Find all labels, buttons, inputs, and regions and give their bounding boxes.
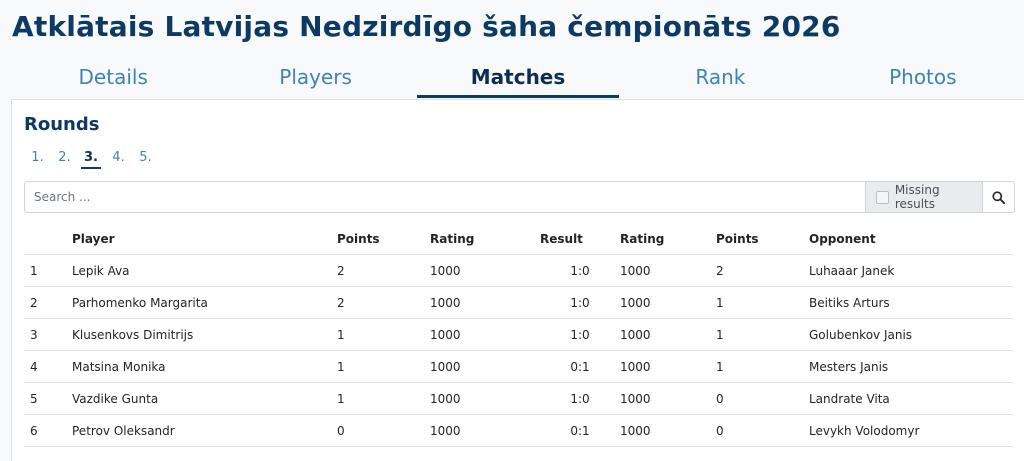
player-points: 1 [337, 350, 430, 383]
missing-results-toggle[interactable]: Missing results [865, 182, 982, 212]
tab-details[interactable]: Details [12, 58, 214, 98]
col-number-header [24, 224, 72, 255]
player-name: Matsina Monika [72, 350, 337, 383]
table-header-row: Player Points Rating Result Rating Point… [24, 224, 1013, 255]
player-rating: 1000 [430, 286, 540, 319]
tab-bar: Details Players Matches Rank Photos [12, 58, 1024, 98]
row-number: 5 [24, 382, 72, 415]
result: 0:1 [540, 414, 620, 447]
player-rating: 1000 [430, 350, 540, 383]
row-number: 4 [24, 350, 72, 383]
row-number: 6 [24, 414, 72, 447]
opponent-rating: 1000 [620, 414, 716, 447]
opponent-rating: 1000 [620, 286, 716, 319]
row-number: 2 [24, 286, 72, 319]
result: 1:0 [540, 382, 620, 415]
table-row: 3 Klusenkovs Dimitrijs 1 1000 1:0 1000 1 Golube… [24, 318, 1013, 351]
player-rating: 1000 [430, 382, 540, 415]
col-opponent-header: Opponent [809, 224, 1013, 255]
missing-results-label: Missing results [894, 183, 940, 211]
result: 0:1 [540, 350, 620, 383]
round-link-4[interactable]: 4. [105, 149, 132, 169]
tab-photos[interactable]: Photos [822, 58, 1024, 98]
tab-matches[interactable]: Matches [416, 58, 620, 98]
col-opp-points-header: Points [716, 224, 809, 255]
missing-results-checkbox[interactable] [876, 190, 889, 204]
result: 1:0 [540, 318, 620, 351]
opponent-rating: 1000 [620, 254, 716, 287]
opponent-points: 1 [716, 350, 809, 383]
search-icon [992, 190, 1005, 204]
player-name: Vazdike Gunta [72, 382, 337, 415]
opponent-name: Landrate Vita [809, 382, 1013, 415]
opponent-name: Levykh Volodomyr [809, 414, 1013, 447]
table-row: 1 Lepik Ava 2 1000 1:0 1000 2 Luhaaar Janek [24, 254, 1013, 287]
opponent-points: 0 [716, 414, 809, 447]
opponent-name: Mesters Janis [809, 350, 1013, 383]
page-title: Atklātais Latvijas Nedzirdīgo šaha čempi… [12, 10, 841, 43]
table-row: 2 Parhomenko Margarita 2 1000 1:0 1000 1 Beitik… [24, 286, 1013, 319]
opponent-rating: 1000 [620, 350, 716, 383]
player-rating: 1000 [430, 414, 540, 447]
search-button[interactable] [982, 182, 1014, 212]
search-bar: Missing results [24, 181, 1015, 213]
opponent-points: 1 [716, 318, 809, 351]
tab-players[interactable]: Players [214, 58, 416, 98]
table-row: 4 Matsina Monika 1 1000 0:1 1000 1 Mesters Jani… [24, 350, 1013, 383]
player-points: 1 [337, 382, 430, 415]
player-rating: 1000 [430, 254, 540, 287]
round-link-3[interactable]: 3. [81, 149, 101, 169]
opponent-points: 2 [716, 254, 809, 287]
col-player-header: Player [72, 224, 337, 255]
result: 1:0 [540, 286, 620, 319]
tab-rank[interactable]: Rank [619, 58, 821, 98]
opponent-name: Luhaaar Janek [809, 254, 1013, 287]
opponent-name: Golubenkov Janis [809, 318, 1013, 351]
player-name: Lepik Ava [72, 254, 337, 287]
col-result-header: Result [540, 224, 620, 255]
row-number: 3 [24, 318, 72, 351]
table-row: 5 Vazdike Gunta 1 1000 1:0 1000 0 Landrate Vita [24, 382, 1013, 415]
col-points-header: Points [337, 224, 430, 255]
matches-panel: Rounds 1. 2. 3. 4. 5. Missing results Pl… [11, 99, 1024, 461]
round-selector: 1. 2. 3. 4. 5. [24, 149, 159, 169]
rounds-heading: Rounds [24, 114, 100, 135]
opponent-rating: 1000 [620, 318, 716, 351]
opponent-name: Beitiks Arturs [809, 286, 1013, 319]
player-name: Petrov Oleksandr [72, 414, 337, 447]
player-points: 0 [337, 414, 430, 447]
round-link-2[interactable]: 2. [51, 149, 78, 169]
opponent-points: 1 [716, 286, 809, 319]
round-link-5[interactable]: 5. [132, 149, 159, 169]
player-rating: 1000 [430, 318, 540, 351]
player-points: 1 [337, 318, 430, 351]
opponent-rating: 1000 [620, 382, 716, 415]
row-number: 1 [24, 254, 72, 287]
player-points: 2 [337, 254, 430, 287]
search-input[interactable] [25, 182, 865, 212]
col-rating-header: Rating [430, 224, 540, 255]
result: 1:0 [540, 254, 620, 287]
opponent-points: 0 [716, 382, 809, 415]
table-row: 6 Petrov Oleksandr 0 1000 0:1 1000 0 Levykh Vol… [24, 414, 1013, 447]
player-name: Klusenkovs Dimitrijs [72, 318, 337, 351]
player-points: 2 [337, 286, 430, 319]
col-opp-rating-header: Rating [620, 224, 716, 255]
player-name: Parhomenko Margarita [72, 286, 337, 319]
matches-table: Player Points Rating Result Rating Point… [24, 224, 1013, 447]
round-link-1[interactable]: 1. [24, 149, 51, 169]
